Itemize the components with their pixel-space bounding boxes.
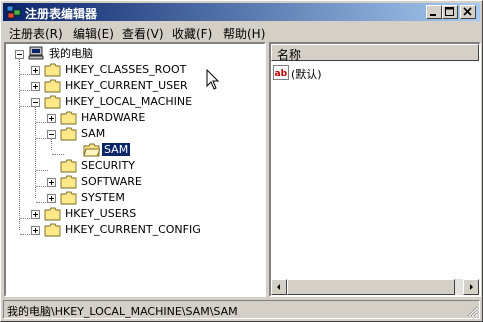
expand-icon[interactable] (31, 226, 40, 235)
collapse-icon[interactable] (31, 98, 40, 107)
expand-icon[interactable] (47, 114, 56, 123)
close-button[interactable] (460, 5, 476, 19)
tree-item-hardware[interactable]: HARDWARE (6, 110, 256, 126)
menu-registry[interactable]: 注册表(R) (9, 25, 63, 42)
menu-favorites[interactable]: 收藏(F) (172, 25, 212, 42)
open-folder-icon (60, 127, 77, 141)
tree-label: HKEY_CURRENT_CONFIG (65, 223, 201, 236)
folder-icon (44, 207, 61, 221)
tree-label: SECURITY (81, 159, 135, 172)
open-folder-icon (44, 95, 61, 109)
folder-icon (60, 175, 77, 189)
tree-item-hku[interactable]: HKEY_USERS (6, 206, 256, 222)
collapse-icon[interactable] (15, 50, 24, 59)
folder-icon (44, 223, 61, 237)
folder-icon (44, 63, 61, 77)
tree-label: 我的电脑 (49, 47, 93, 60)
minimize-icon (430, 14, 436, 16)
tree-label: HKEY_LOCAL_MACHINE (65, 95, 193, 108)
horizontal-scrollbar[interactable] (271, 279, 479, 295)
tree-label: HKEY_USERS (65, 207, 137, 220)
scroll-right-button[interactable] (463, 279, 479, 295)
close-icon (463, 7, 472, 16)
expand-icon[interactable] (31, 82, 40, 91)
tree-label-selected: SAM (100, 142, 132, 157)
value-name: (默认) (291, 68, 322, 81)
status-path: 我的电脑\HKEY_LOCAL_MACHINE\SAM\SAM (7, 305, 238, 318)
tree-item-software[interactable]: SOFTWARE (6, 174, 256, 190)
folder-icon (60, 111, 77, 125)
tree-label: HKEY_CURRENT_USER (65, 79, 188, 92)
title-bar[interactable]: 注册表编辑器 (3, 3, 480, 21)
tree-item-hkcc[interactable]: HKEY_CURRENT_CONFIG (6, 222, 256, 238)
arrow-left-icon (277, 284, 280, 290)
tree-item-sam[interactable]: SAM (6, 126, 256, 142)
column-header-label: 名称 (277, 48, 302, 62)
string-value-icon-text: ab (275, 69, 288, 79)
menu-bar: 注册表(R) 编辑(E) 查看(V) 收藏(F) 帮助(H) (3, 23, 480, 41)
menu-edit[interactable]: 编辑(E) (73, 25, 114, 42)
expand-icon[interactable] (47, 178, 56, 187)
tree-item-my-computer[interactable]: 我的电脑 (6, 46, 256, 62)
open-folder-icon (83, 143, 100, 157)
expand-icon[interactable] (31, 210, 40, 219)
window-title: 注册表编辑器 (25, 7, 98, 21)
scroll-left-button[interactable] (271, 279, 287, 295)
scroll-thumb[interactable] (287, 279, 455, 295)
tree-item-sam-sam[interactable]: SAM (6, 142, 256, 158)
tree-label: HARDWARE (81, 111, 146, 124)
regedit-app-icon (6, 5, 21, 19)
menu-view[interactable]: 查看(V) (122, 25, 164, 42)
folder-icon (60, 159, 77, 173)
collapse-icon[interactable] (47, 130, 56, 139)
value-row-default[interactable]: ab (默认) (273, 65, 473, 81)
tree-label: SAM (81, 127, 106, 140)
tree-item-hklm[interactable]: HKEY_LOCAL_MACHINE (6, 94, 256, 110)
mouse-cursor-icon (206, 69, 220, 90)
resize-grip-icon[interactable] (466, 305, 478, 317)
column-header-name[interactable]: 名称 (271, 44, 479, 62)
folder-icon (60, 191, 77, 205)
folder-icon (44, 79, 61, 93)
tree-label: SYSTEM (81, 191, 125, 204)
menu-help[interactable]: 帮助(H) (223, 25, 265, 42)
registry-tree-pane[interactable]: 我的电脑 HKEY_CLASSES_ROOT HKEY_CURRENT_USER… (4, 42, 266, 297)
tree-item-system[interactable]: SYSTEM (6, 190, 256, 206)
expand-icon[interactable] (31, 66, 40, 75)
regedit-window: 注册表编辑器 注册表(R) 编辑(E) 查看(V) 收藏(F) 帮助(H) 我的… (0, 0, 483, 322)
minimize-button[interactable] (426, 5, 442, 19)
expand-icon[interactable] (47, 194, 56, 203)
status-bar: 我的电脑\HKEY_LOCAL_MACHINE\SAM\SAM (3, 300, 480, 319)
computer-icon (28, 46, 44, 60)
string-value-icon: ab (273, 65, 289, 80)
tree-label: HKEY_CLASSES_ROOT (65, 63, 187, 76)
tree-item-security[interactable]: SECURITY (6, 158, 256, 174)
arrow-right-icon (470, 284, 473, 290)
values-list-pane[interactable]: 名称 ab (默认) (269, 42, 481, 297)
maximize-button[interactable] (442, 5, 458, 19)
maximize-icon (445, 7, 454, 16)
tree-label: SOFTWARE (81, 175, 142, 188)
